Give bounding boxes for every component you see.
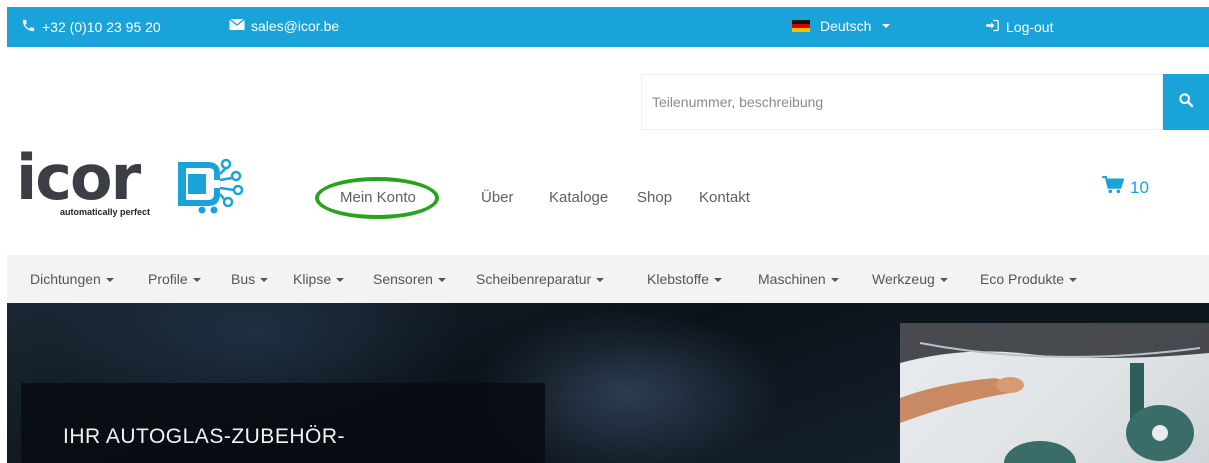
chevron-down-icon (1069, 278, 1078, 283)
logout-label: Log-out (1006, 19, 1054, 35)
chevron-down-icon (714, 278, 723, 283)
german-flag-icon (792, 20, 810, 32)
logout-link[interactable]: Log-out (985, 18, 1053, 36)
phone-icon (21, 18, 36, 36)
logo-emblem-icon (178, 158, 244, 214)
logo-tagline: automatically perfect (60, 207, 151, 217)
email-link[interactable]: sales@icor.be (229, 18, 339, 34)
nav-shop[interactable]: Shop (637, 189, 672, 206)
icor-logo[interactable]: icor automatically perfect (16, 146, 256, 224)
hero-title: IHR AUTOGLAS-ZUBEHÖR- (63, 425, 345, 448)
chevron-down-icon (105, 278, 114, 283)
category-sensoren[interactable]: Sensoren (373, 271, 446, 287)
chevron-down-icon (882, 24, 891, 28)
nav-kataloge[interactable]: Kataloge (549, 189, 608, 206)
search-input[interactable] (642, 75, 1162, 129)
language-label: Deutsch (820, 18, 872, 34)
category-eco-produkte[interactable]: Eco Produkte (980, 271, 1078, 287)
top-bar: +32 (0)10 23 95 20 sales@icor.be Deutsch… (7, 7, 1209, 47)
chevron-down-icon (437, 278, 446, 283)
chevron-down-icon (336, 278, 345, 283)
chevron-down-icon (260, 278, 269, 283)
category-scheibenreparatur[interactable]: Scheibenreparatur (476, 271, 605, 287)
category-dichtungen[interactable]: Dichtungen (30, 271, 114, 287)
chevron-down-icon (192, 278, 201, 283)
logo-wordmark: icor (16, 141, 141, 214)
hero-product-image (900, 323, 1209, 463)
search-button[interactable] (1163, 74, 1209, 130)
nav-uber[interactable]: Über (481, 189, 514, 206)
mail-icon (229, 18, 245, 34)
hero-text-box: IHR AUTOGLAS-ZUBEHÖR- (21, 383, 545, 463)
nav-kontakt[interactable]: Kontakt (699, 189, 750, 206)
category-bus[interactable]: Bus (231, 271, 269, 287)
chevron-down-icon (939, 278, 948, 283)
email-address: sales@icor.be (251, 18, 340, 34)
category-profile[interactable]: Profile (148, 271, 201, 287)
language-selector[interactable]: Deutsch (792, 18, 891, 34)
highlight-annotation-circle (315, 177, 439, 219)
phone-link[interactable]: +32 (0)10 23 95 20 (21, 18, 161, 36)
category-werkzeug[interactable]: Werkzeug (872, 271, 948, 287)
category-klebstoffe[interactable]: Klebstoffe (647, 271, 723, 287)
login-icon (985, 18, 1000, 36)
cart-button[interactable]: 10 (1102, 175, 1149, 199)
search-box (641, 74, 1163, 130)
hero-banner: IHR AUTOGLAS-ZUBEHÖR- (7, 303, 1209, 463)
search-icon (1178, 92, 1194, 113)
cart-count: 10 (1130, 177, 1149, 197)
phone-number: +32 (0)10 23 95 20 (42, 19, 161, 35)
cart-icon (1102, 175, 1125, 199)
chevron-down-icon (596, 278, 605, 283)
category-klipse[interactable]: Klipse (293, 271, 345, 287)
category-bar: Dichtungen Profile Bus Klipse Sensoren S… (7, 255, 1209, 303)
category-maschinen[interactable]: Maschinen (758, 271, 839, 287)
chevron-down-icon (830, 278, 839, 283)
